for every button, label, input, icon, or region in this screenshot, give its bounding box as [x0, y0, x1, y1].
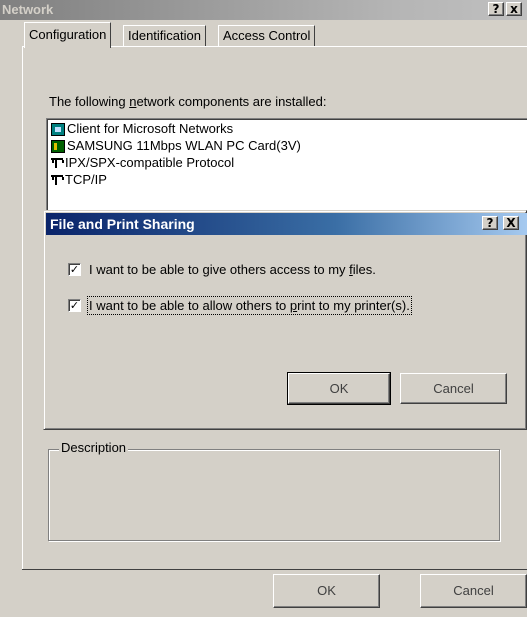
dialog-close-button[interactable]: X	[503, 216, 519, 230]
tab-label: Access Control	[223, 28, 311, 43]
ok-button[interactable]: OK	[273, 574, 380, 608]
close-icon: x	[510, 2, 518, 16]
list-item-label: SAMSUNG 11Mbps WLAN PC Card(3V)	[67, 138, 301, 153]
list-item[interactable]: IPX/SPX-compatible Protocol	[51, 155, 234, 171]
list-item-label: IPX/SPX-compatible Protocol	[65, 155, 235, 170]
dialog-ok-button[interactable]: OK	[287, 372, 391, 405]
share-printers-option[interactable]: ✓ I want to be able to allow others to p…	[68, 296, 412, 315]
list-item[interactable]: TCP/IP	[51, 172, 107, 188]
tab-configuration[interactable]: Configuration	[24, 22, 112, 48]
close-button[interactable]: x	[506, 2, 522, 16]
dialog-cancel-button[interactable]: Cancel	[400, 373, 507, 404]
share-files-option[interactable]: ✓ I want to be able to give others acces…	[68, 262, 376, 277]
share-printers-label: I want to be able to allow others to pri…	[87, 296, 412, 315]
file-print-sharing-dialog: File and Print Sharing ? X ✓ I want to b…	[43, 210, 527, 430]
dialog-title-bar[interactable]: File and Print Sharing ? X	[46, 213, 527, 235]
close-icon: X	[506, 216, 516, 230]
list-item-label: TCP/IP	[65, 172, 107, 187]
components-list[interactable]: Client for Microsoft Networks SAMSUNG 11…	[46, 118, 527, 210]
network-card-icon	[51, 139, 65, 153]
list-item[interactable]: Client for Microsoft Networks	[51, 121, 233, 137]
protocol-icon	[51, 175, 64, 185]
tab-label: Configuration	[29, 27, 107, 42]
components-heading: The following network components are ins…	[49, 94, 327, 109]
window-title: Network	[2, 2, 54, 17]
network-window: Network ? x Configuration Identification…	[0, 0, 527, 617]
dialog-title: File and Print Sharing	[50, 216, 195, 232]
panel-divider	[22, 569, 527, 570]
share-files-checkbox[interactable]: ✓	[68, 263, 81, 276]
dialog-help-button[interactable]: ?	[482, 216, 498, 230]
network-title-bar[interactable]: Network ? x	[0, 0, 527, 20]
help-button[interactable]: ?	[488, 2, 504, 16]
description-group	[48, 449, 500, 541]
list-item[interactable]: SAMSUNG 11Mbps WLAN PC Card(3V)	[51, 138, 301, 154]
help-icon: ?	[486, 216, 494, 230]
cancel-button[interactable]: Cancel	[420, 574, 527, 608]
network-client-icon	[51, 122, 65, 136]
list-item-label: Client for Microsoft Networks	[67, 121, 234, 136]
help-icon: ?	[492, 2, 500, 16]
tab-label: Identification	[128, 28, 201, 43]
share-files-label: I want to be able to give others access …	[89, 262, 376, 277]
tab-access-control[interactable]: Access Control	[218, 25, 316, 47]
description-label: Description	[59, 440, 129, 456]
share-printers-checkbox[interactable]: ✓	[68, 299, 81, 312]
protocol-icon	[51, 158, 64, 168]
tab-identification[interactable]: Identification	[123, 25, 206, 47]
